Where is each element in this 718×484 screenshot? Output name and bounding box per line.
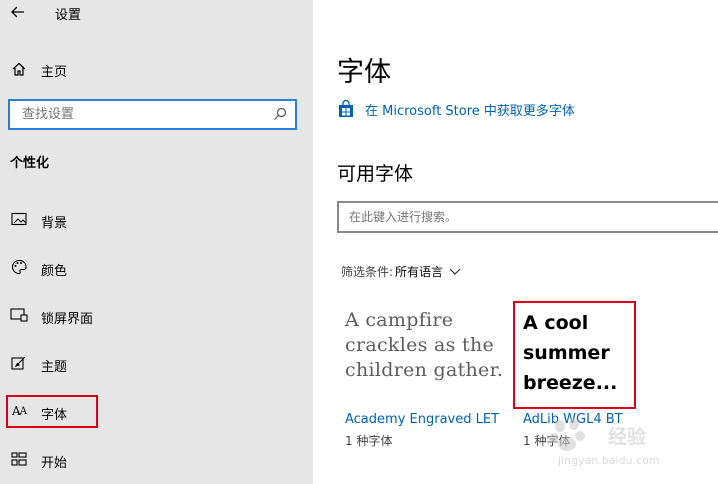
sidebar: 设置 主页 个性化 背景 (0, 0, 313, 484)
watermark: 经验 jingyan.baidu.com (546, 418, 696, 474)
picture-icon (10, 210, 28, 228)
available-fonts-heading: 可用字体 (337, 163, 414, 185)
page-title: 字体 (337, 57, 391, 88)
sidebar-item-label: 主页 (41, 65, 68, 80)
font-search[interactable] (337, 201, 718, 233)
settings-search[interactable] (8, 99, 297, 130)
theme-icon (10, 354, 28, 372)
start-icon (10, 450, 28, 468)
font-name[interactable]: Academy Engraved LET (345, 412, 499, 427)
language-filter[interactable]: 筛选条件: 所有语言 (341, 263, 461, 280)
filter-value: 所有语言 (395, 265, 444, 279)
search-icon[interactable] (273, 107, 287, 121)
sidebar-item-start[interactable]: 开始 (0, 441, 313, 477)
font-search-input[interactable] (339, 203, 718, 231)
font-card-preview[interactable]: A campfire crackles as the children gath… (345, 308, 505, 383)
filter-label: 筛选条件: (341, 265, 394, 279)
palette-icon (10, 258, 28, 276)
highlight-box-fonts (6, 395, 98, 428)
back-arrow-icon (11, 6, 24, 18)
sidebar-item-label: 背景 (41, 216, 68, 231)
store-bag-icon (339, 100, 353, 117)
window-title: 设置 (55, 8, 82, 23)
font-count: 1 种字体 (345, 434, 393, 448)
lock-screen-icon (10, 306, 28, 324)
store-link-label: 在 Microsoft Store 中获取更多字体 (365, 103, 575, 119)
sidebar-item-background[interactable]: 背景 (0, 201, 313, 237)
sidebar-item-themes[interactable]: 主题 (0, 345, 313, 381)
highlight-box-font-preview (513, 301, 636, 409)
settings-search-input[interactable] (10, 101, 260, 128)
section-title: 个性化 (10, 156, 50, 171)
title-bar: 设置 (0, 0, 313, 24)
home-icon (10, 60, 28, 78)
back-button[interactable] (8, 2, 28, 22)
baidu-paw-icon (549, 418, 585, 451)
watermark-url: jingyan.baidu.com (558, 454, 660, 467)
store-link[interactable]: 在 Microsoft Store 中获取更多字体 (337, 98, 575, 120)
font-preview-text: A campfire crackles as the children gath… (345, 309, 504, 381)
chevron-down-icon (449, 268, 461, 275)
main-content: 字体 在 Microsoft Store 中获取更多字体 可用字体 筛选条件: … (313, 0, 718, 484)
sidebar-item-lock-screen[interactable]: 锁屏界面 (0, 297, 313, 333)
sidebar-item-home[interactable]: 主页 (0, 52, 313, 86)
sidebar-item-label: 锁屏界面 (41, 312, 94, 327)
sidebar-item-label: 主题 (41, 360, 68, 375)
sidebar-item-label: 颜色 (41, 264, 68, 279)
sidebar-item-colors[interactable]: 颜色 (0, 249, 313, 285)
sidebar-item-label: 开始 (41, 456, 68, 471)
watermark-text: 经验 (608, 426, 647, 448)
